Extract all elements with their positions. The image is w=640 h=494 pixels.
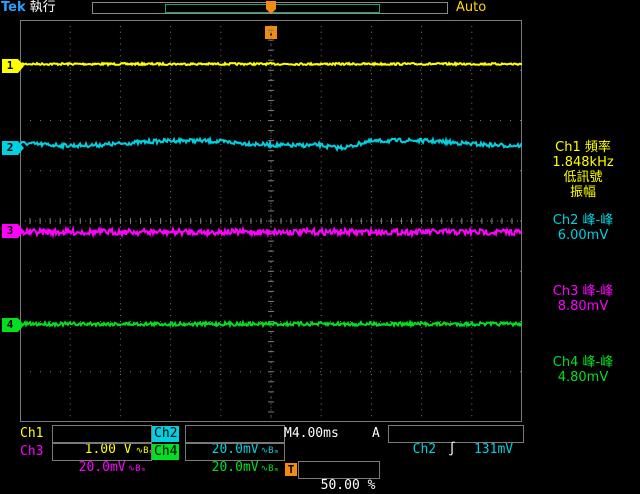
ch1-label[interactable]: Ch1	[20, 426, 43, 442]
trigger-position-top-marker	[266, 0, 276, 14]
trigger-position-icon: T	[285, 463, 297, 476]
ch3-label[interactable]: Ch3	[20, 444, 43, 460]
meas-warning-detail: 振幅	[569, 185, 596, 200]
tek-logo: Tek	[1, 0, 26, 15]
ch1-trace	[20, 60, 522, 68]
measurement-ch1-frequency[interactable]: Ch1 頻率 1.848kHz 低訊號 振幅	[528, 140, 638, 200]
ch3-trace	[20, 225, 522, 239]
ch3-scale: 20.0mV	[78, 460, 126, 475]
meas-title: Ch3 峰-峰	[552, 284, 614, 299]
timebase[interactable]: M4.00ms	[284, 426, 339, 442]
bw-limit-icon: ∿Bₘ	[127, 464, 147, 474]
ch3-scale-box[interactable]: 20.0mV ∿Bₘ	[52, 443, 152, 475]
ch2-marker[interactable]: 2	[2, 141, 24, 155]
trigger-top-icon	[266, 1, 276, 14]
waveform-display[interactable]	[20, 20, 522, 422]
trigger-type[interactable]: A	[372, 426, 380, 442]
meas-value: 6.00mV	[557, 228, 609, 243]
ch4-scale-box[interactable]: 20.0mV ∿Bₘ	[185, 443, 285, 475]
trigger-level: 131mV	[473, 442, 514, 457]
measurement-ch3-pk-pk[interactable]: Ch3 峰-峰 8.80mV	[528, 284, 638, 314]
measurement-ch2-pk-pk[interactable]: Ch2 峰-峰 6.00mV	[528, 213, 638, 243]
trigger-mode[interactable]: Auto	[456, 0, 486, 16]
meas-warning: 低訊號	[563, 170, 603, 185]
ch1-marker[interactable]: 1	[2, 59, 24, 73]
run-status: 執行	[29, 0, 56, 15]
graticule	[20, 20, 522, 422]
ch4-label[interactable]: Ch4	[152, 444, 180, 460]
meas-title: Ch1 頻率	[555, 140, 611, 155]
trigger-readout-box[interactable]: Ch2 ∫ 131mV	[388, 425, 524, 457]
ch4-scale: 20.0mV	[211, 460, 259, 475]
ch1-scale-box[interactable]: 1.00 V ∿Bₘ	[52, 425, 154, 457]
ch4-marker[interactable]: 4	[2, 318, 24, 332]
bw-limit-icon: ∿Bₘ	[260, 464, 280, 474]
meas-value: 4.80mV	[557, 370, 609, 385]
trigger-source: Ch2	[412, 442, 437, 457]
ch4-trace	[20, 319, 522, 329]
meas-value: 1.848kHz	[552, 155, 614, 170]
trigger-position-box[interactable]: 50.00 %	[298, 461, 380, 493]
ch2-label[interactable]: Ch2	[152, 426, 180, 442]
trigger-position-value: 50.00 %	[320, 478, 376, 493]
ch3-marker[interactable]: 3	[2, 224, 24, 238]
ch2-scale-box[interactable]: 20.0mV ∿Bₘ	[185, 425, 285, 457]
measurement-ch4-pk-pk[interactable]: Ch4 峰-峰 4.80mV	[528, 355, 638, 385]
brand-status: Tek 執行	[1, 0, 56, 16]
meas-value: 8.80mV	[557, 299, 609, 314]
trigger-slope-icon: ∫	[448, 442, 456, 457]
meas-title: Ch4 峰-峰	[552, 355, 614, 370]
meas-title: Ch2 峰-峰	[552, 213, 614, 228]
